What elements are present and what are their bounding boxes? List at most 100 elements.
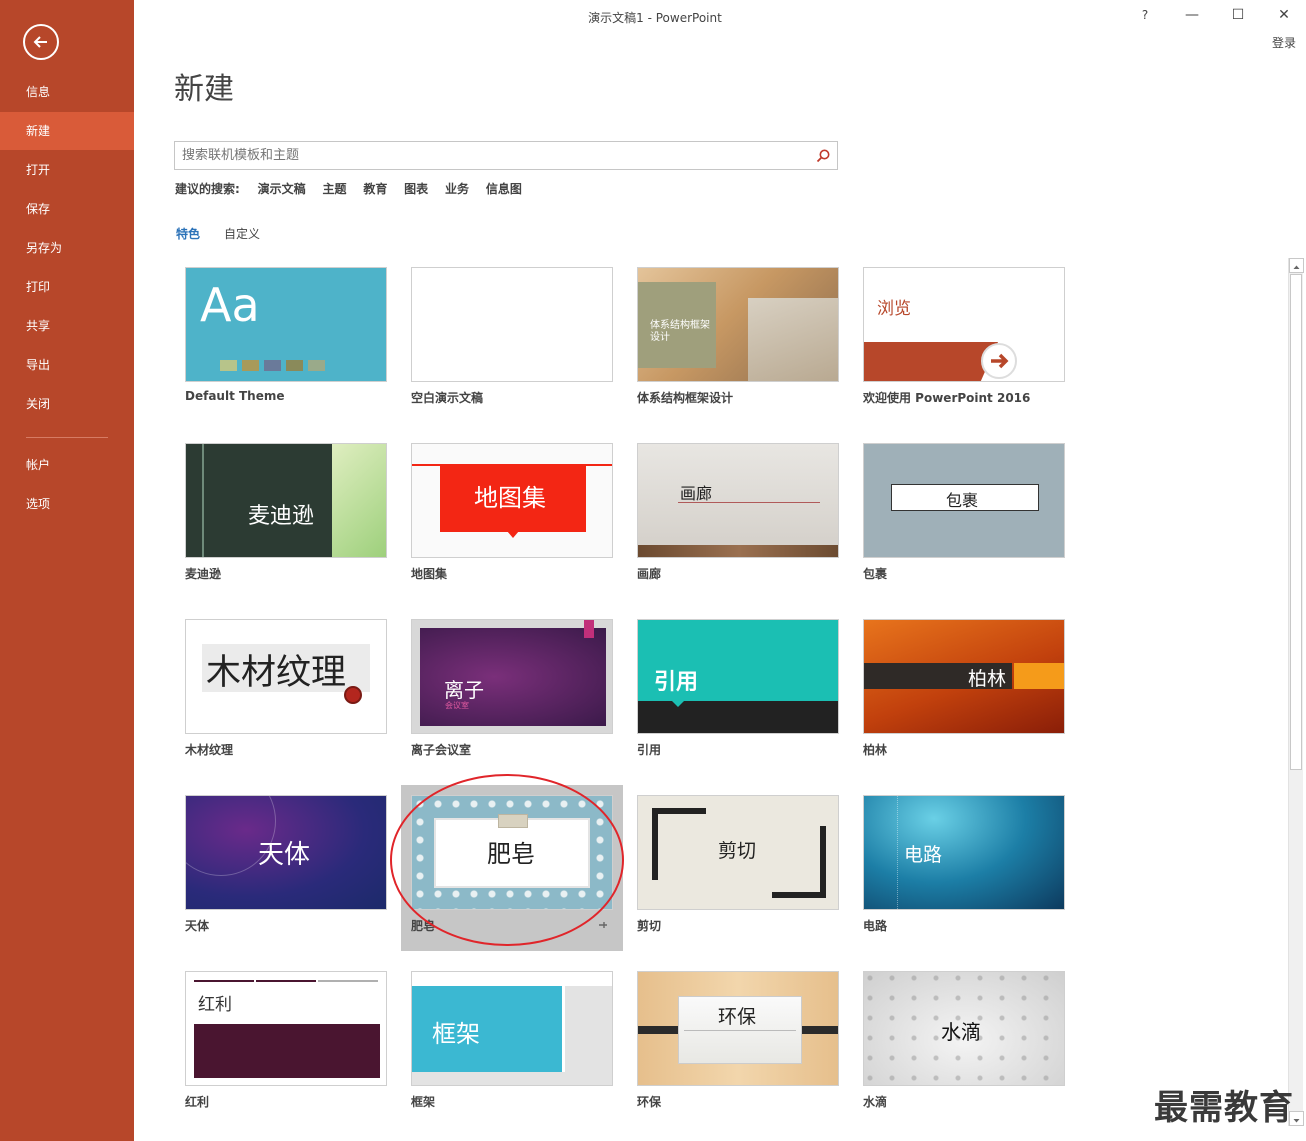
template-circuit[interactable]: 电路 电路 [863, 795, 1065, 935]
template-parcel[interactable]: 包裹 包裹 [863, 443, 1065, 583]
window-title: 演示文稿1 - PowerPoint [588, 11, 722, 25]
template-welcome[interactable]: 浏览 欢迎使用 PowerPoint 2016 [863, 267, 1065, 407]
suggested-label: 建议的搜索: [175, 182, 240, 196]
annotation-circle [390, 774, 624, 946]
template-label: 空白演示文稿 [411, 391, 484, 405]
thumb-subtext: 会议室 [445, 701, 469, 710]
close-button[interactable]: ✕ [1269, 4, 1299, 26]
template-quote[interactable]: 引用 引用 [637, 619, 839, 759]
nav-options[interactable]: 选项 [0, 485, 134, 523]
thumb-text: 柏林 [968, 668, 1007, 690]
template-frame[interactable]: 框架 框架 [411, 971, 613, 1111]
template-label: 离子会议室 [411, 743, 472, 757]
scroll-thumb[interactable] [1290, 274, 1302, 770]
thumb-text: 麦迪逊 [248, 504, 315, 529]
template-label: 木材纹理 [185, 743, 234, 757]
template-thumbnail: Aa [185, 267, 387, 382]
suggested-link[interactable]: 教育 [363, 180, 387, 197]
template-ion-boardroom[interactable]: 离子 会议室 离子会议室 [411, 619, 613, 759]
scroll-up-arrow-icon[interactable] [1289, 258, 1304, 273]
template-thumbnail: 浏览 [863, 267, 1065, 382]
template-label: 红利 [185, 1095, 210, 1109]
template-wood-type[interactable]: 木材纹理 木材纹理 [185, 619, 387, 759]
template-label: 麦迪逊 [185, 567, 222, 581]
template-thumbnail: 木材纹理 [185, 619, 387, 734]
template-label: 柏林 [863, 743, 888, 757]
sign-in-link[interactable]: 登录 [1272, 34, 1296, 51]
thumb-text: 红利 [198, 995, 232, 1015]
search-icon[interactable] [815, 148, 831, 164]
pin-icon[interactable] [597, 919, 609, 931]
template-atlas[interactable]: 地图集 地图集 [411, 443, 613, 583]
suggested-link[interactable]: 业务 [445, 180, 469, 197]
nav-open[interactable]: 打开 [0, 151, 134, 189]
template-dividend[interactable]: 红利 红利 [185, 971, 387, 1111]
template-label: 电路 [863, 919, 888, 933]
back-button[interactable] [23, 24, 59, 60]
template-thumbnail: 离子 会议室 [411, 619, 613, 734]
suggested-link[interactable]: 图表 [404, 180, 428, 197]
thumb-text: 框架 [432, 1020, 480, 1048]
template-thumbnail: 柏林 [863, 619, 1065, 734]
nav-new[interactable]: 新建 [0, 112, 134, 150]
nav-save-as[interactable]: 另存为 [0, 229, 134, 267]
thumb-text: 引用 [654, 670, 699, 695]
vertical-scrollbar[interactable] [1288, 258, 1304, 1126]
template-label: 欢迎使用 PowerPoint 2016 [863, 391, 1031, 405]
template-crop[interactable]: 剪切 剪切 [637, 795, 839, 935]
template-label: 剪切 [637, 919, 662, 933]
template-thumbnail: 水滴 [863, 971, 1065, 1086]
thumb-text: 画廊 [680, 484, 713, 503]
template-celestial[interactable]: 天体 天体 [185, 795, 387, 935]
template-berlin[interactable]: 柏林 柏林 [863, 619, 1065, 759]
template-architecture[interactable]: 体系结构框架设计 体系结构框架设计 [637, 267, 839, 407]
arrow-right-icon [981, 343, 1017, 379]
template-droplet[interactable]: 水滴 水滴 [863, 971, 1065, 1111]
thumb-text: 水滴 [941, 1020, 981, 1044]
watermark: 最需教育 [1154, 1088, 1294, 1128]
template-thumbnail: 电路 [863, 795, 1065, 910]
template-label: Default Theme [185, 389, 285, 403]
tab-custom[interactable]: 自定义 [224, 225, 260, 242]
nav-info[interactable]: 信息 [0, 73, 134, 111]
help-button[interactable]: ? [1130, 4, 1160, 26]
suggested-link[interactable]: 演示文稿 [258, 180, 306, 197]
template-organic[interactable]: 环保 环保 [637, 971, 839, 1111]
back-arrow-icon [33, 36, 47, 48]
search-box [174, 141, 838, 170]
nav-close[interactable]: 关闭 [0, 385, 134, 423]
suggested-searches: 建议的搜索: 演示文稿 主题 教育 图表 业务 信息图 [175, 180, 535, 196]
template-default-theme[interactable]: Aa Default Theme [185, 267, 387, 407]
nav-save[interactable]: 保存 [0, 190, 134, 228]
suggested-link[interactable]: 信息图 [486, 180, 522, 197]
template-thumbnail [411, 267, 613, 382]
template-gallery[interactable]: 画廊 画廊 [637, 443, 839, 583]
template-label: 天体 [185, 919, 210, 933]
thumb-text: 浏览 [877, 299, 911, 319]
template-thumbnail: 剪切 [637, 795, 839, 910]
nav-divider [26, 437, 108, 438]
thumb-text: 地图集 [474, 484, 546, 512]
template-thumbnail: 麦迪逊 [185, 443, 387, 558]
template-label: 画廊 [637, 567, 662, 581]
thumb-text: 天体 [258, 840, 311, 870]
nav-print[interactable]: 打印 [0, 268, 134, 306]
nav-export[interactable]: 导出 [0, 346, 134, 384]
template-label: 包裹 [863, 567, 888, 581]
backstage-sidebar: 信息 新建 打开 保存 另存为 打印 共享 导出 关闭 帐户 选项 [0, 0, 134, 1141]
template-label: 水滴 [863, 1095, 888, 1109]
template-thumbnail: 框架 [411, 971, 613, 1086]
tab-featured[interactable]: 特色 [176, 225, 200, 242]
nav-share[interactable]: 共享 [0, 307, 134, 345]
maximize-button[interactable]: ☐ [1223, 4, 1253, 26]
thumb-text: 包裹 [946, 491, 979, 510]
template-madison[interactable]: 麦迪逊 麦迪逊 [185, 443, 387, 583]
search-input[interactable] [175, 142, 805, 169]
thumb-text: 体系结构框架设计 [650, 320, 710, 343]
template-label: 地图集 [411, 567, 448, 581]
minimize-button[interactable]: — [1177, 4, 1207, 26]
template-blank[interactable]: 空白演示文稿 [411, 267, 613, 407]
nav-account[interactable]: 帐户 [0, 446, 134, 484]
thumb-text: 电路 [904, 844, 943, 866]
suggested-link[interactable]: 主题 [322, 180, 346, 197]
